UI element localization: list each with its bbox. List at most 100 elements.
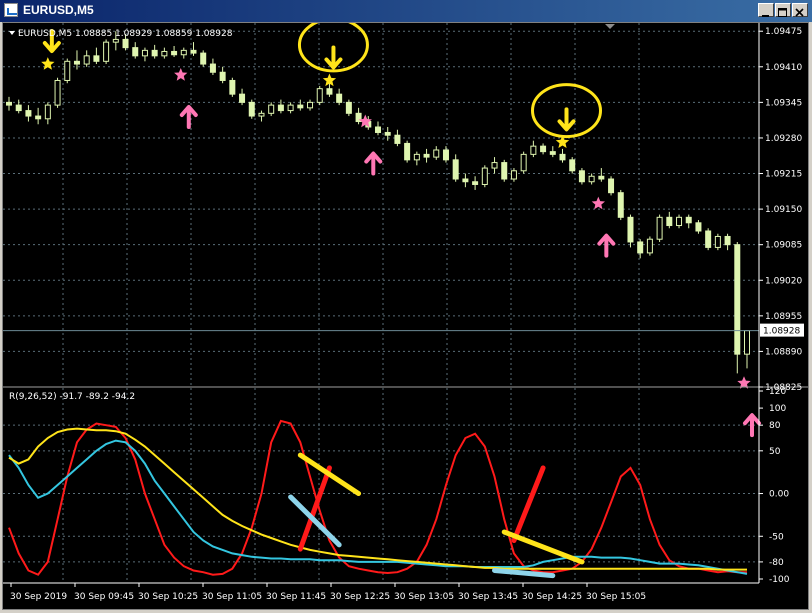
candle-body xyxy=(248,101,255,117)
candle-body xyxy=(569,159,576,172)
price-tick-label: 1.09085 xyxy=(765,241,802,251)
candle-body xyxy=(326,88,333,95)
candle-body xyxy=(25,110,32,117)
candle-body xyxy=(297,104,304,109)
sell-arrow-icon xyxy=(557,107,576,132)
star-icon xyxy=(41,57,55,70)
indicator-line-cyan xyxy=(8,439,748,575)
candle-body xyxy=(695,222,702,232)
price-tick-label: 1.08955 xyxy=(765,312,802,322)
candle-body xyxy=(442,149,449,161)
shift-marker-icon[interactable] xyxy=(605,24,615,29)
candle-body xyxy=(258,112,265,117)
candle-body xyxy=(35,115,42,120)
indicator-tick-label: 80 xyxy=(769,421,781,431)
window-title: EURUSD,M5 xyxy=(23,3,94,17)
trend-red-line xyxy=(511,465,546,544)
candle-body xyxy=(336,93,343,103)
candle-body xyxy=(549,151,556,155)
candle-body xyxy=(6,101,12,106)
sell-arrow-icon xyxy=(324,45,343,70)
candle-body xyxy=(15,104,22,112)
candle-body xyxy=(375,126,381,133)
price-tick-label: 1.09215 xyxy=(765,170,802,180)
minimize-icon xyxy=(762,15,769,17)
candle-body xyxy=(141,49,148,57)
candle-body xyxy=(530,145,537,155)
header-arrow[interactable] xyxy=(9,31,15,35)
time-tick-label: 30 Sep 09:45 xyxy=(74,592,134,602)
time-tick-label: 30 Sep 2019 xyxy=(10,592,67,602)
time-tick-label: 30 Sep 13:05 xyxy=(394,592,454,602)
candle-body xyxy=(54,79,61,106)
candle-body xyxy=(180,49,187,56)
candle-body xyxy=(714,235,721,248)
chart-app-icon xyxy=(4,3,18,17)
star-icon xyxy=(174,68,188,81)
indicator-line-yellow xyxy=(8,427,747,571)
candle-body xyxy=(268,104,275,114)
candle-body xyxy=(462,178,469,183)
candle-body xyxy=(617,192,624,218)
indicator-tick-label: 0.00 xyxy=(769,490,789,500)
close-button[interactable] xyxy=(792,3,808,17)
candle-body xyxy=(229,79,236,95)
candle-body xyxy=(685,216,692,224)
candle-body xyxy=(316,88,323,103)
close-icon xyxy=(795,8,804,17)
price-tick-label: 1.08890 xyxy=(765,347,802,357)
time-tick-label: 30 Sep 11:05 xyxy=(202,592,262,602)
grid xyxy=(3,23,759,583)
candle-body xyxy=(501,162,508,180)
indicator-line-red xyxy=(8,419,747,576)
minimize-button[interactable] xyxy=(758,3,774,17)
candle-body xyxy=(452,159,459,180)
price-axis: 1.09475 1.09410 1.09345 1.09280 1.09215 1.091… xyxy=(759,27,802,393)
candle-body xyxy=(520,153,527,172)
time-tick-label: 30 Sep 12:25 xyxy=(330,592,390,602)
time-axis: 30 Sep 2019 30 Sep 09:45 30 Sep 10:25 30 Se… xyxy=(10,583,646,602)
candle-body xyxy=(734,244,741,355)
candle-body xyxy=(219,71,226,81)
time-tick-label: 30 Sep 15:05 xyxy=(586,592,646,602)
window-titlebar[interactable]: EURUSD,M5 xyxy=(0,0,812,22)
candle-body xyxy=(394,134,401,144)
indicator-tick-label: -100 xyxy=(769,575,790,585)
indicator-lines xyxy=(8,419,748,579)
candle-body xyxy=(724,235,731,246)
candle-body xyxy=(510,170,517,180)
candle-body xyxy=(608,178,615,194)
current-price-label: 1.08928 xyxy=(760,323,804,337)
maximize-button[interactable] xyxy=(775,3,791,17)
candle-body xyxy=(171,50,178,56)
candle-body xyxy=(93,55,100,62)
candle-body xyxy=(472,181,479,185)
candle-body xyxy=(345,101,352,114)
candle-body xyxy=(287,104,294,112)
time-tick-label: 30 Sep 10:25 xyxy=(138,592,198,602)
indicator-tick-label: 50 xyxy=(769,447,781,457)
candle-body xyxy=(588,175,595,183)
candle-body xyxy=(132,47,139,57)
time-tick-label: 30 Sep 11:45 xyxy=(266,592,326,602)
price-tick-label: 1.09150 xyxy=(765,205,802,215)
candle-body xyxy=(491,162,498,169)
chart-canvas[interactable]: 1.09475 1.09410 1.09345 1.09280 1.09215 1.091… xyxy=(3,17,808,609)
candle-body xyxy=(277,104,284,112)
terminal-window: EURUSD,M5 1.09475 1.09410 1.09345 1.09280 1.… xyxy=(0,0,812,613)
price-tick-label: 1.09475 xyxy=(765,27,802,37)
time-tick-label: 30 Sep 13:45 xyxy=(458,592,518,602)
candle-body xyxy=(676,216,683,227)
buy-arrow-icon xyxy=(179,105,198,129)
candle-body xyxy=(161,50,168,57)
indicator-tick-label: 120 xyxy=(769,387,786,397)
candle-body xyxy=(64,60,71,81)
candle-body xyxy=(122,38,129,49)
candle-body xyxy=(307,101,314,109)
maximize-icon xyxy=(778,8,787,17)
indicator-tick-label: -50 xyxy=(769,532,784,542)
candle-body xyxy=(112,38,119,43)
candle-body xyxy=(540,145,547,153)
chart-area[interactable]: 1.09475 1.09410 1.09345 1.09280 1.09215 1.091… xyxy=(2,17,809,610)
time-tick-label: 30 Sep 14:25 xyxy=(522,592,582,602)
